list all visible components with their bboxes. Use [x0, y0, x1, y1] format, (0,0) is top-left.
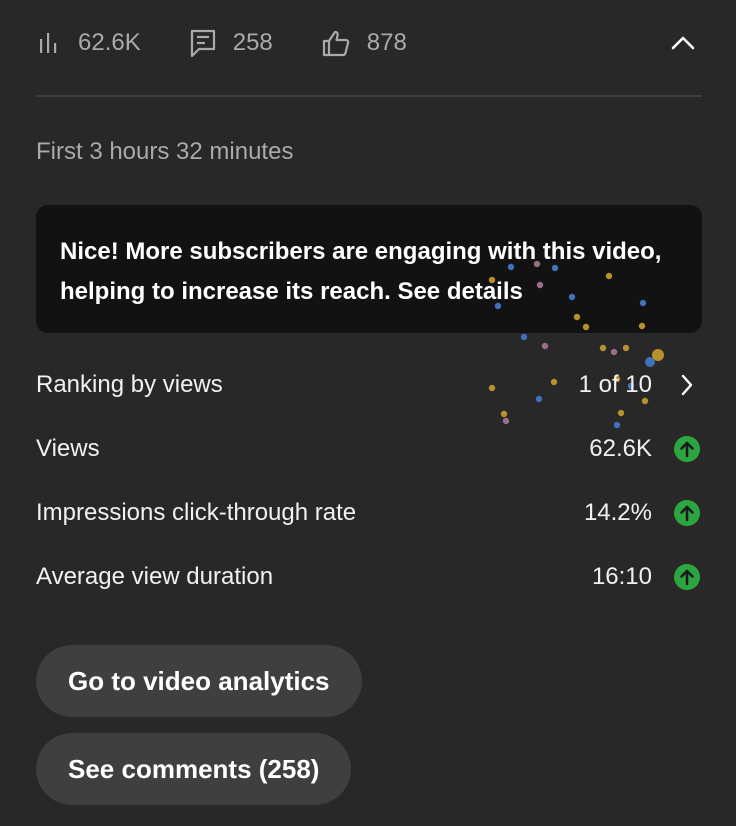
metric-avd-row: Average view duration 16:10: [36, 555, 702, 599]
metric-value: 62.6K: [589, 435, 652, 462]
chevron-up-icon: [671, 36, 695, 50]
insight-card: Nice! More subscribers are engaging with…: [36, 205, 702, 333]
metric-views-row: Views 62.6K: [36, 427, 702, 471]
metric-ranking-row[interactable]: Ranking by views 1 of 10: [36, 363, 702, 407]
insight-text: Nice! More subscribers are engaging with…: [60, 238, 662, 305]
chevron-right-icon: [672, 370, 702, 400]
metric-label: Views: [36, 435, 100, 462]
metric-label: Ranking by views: [36, 371, 223, 398]
metric-ctr-row: Impressions click-through rate 14.2%: [36, 491, 702, 535]
views-count: 62.6K: [78, 29, 141, 56]
comments-stat: 258: [189, 28, 273, 58]
thumbs-up-icon: [322, 30, 349, 57]
metric-label: Average view duration: [36, 563, 274, 590]
metric-value: 14.2%: [583, 499, 652, 526]
see-details-link[interactable]: See details: [397, 278, 522, 305]
views-stat: 62.6K: [36, 29, 141, 57]
arrow-up-circle-icon: [674, 436, 700, 462]
arrow-up-circle-icon: [674, 500, 700, 526]
arrow-up-circle-icon: [674, 564, 700, 590]
metric-value: 1 of 10: [578, 371, 652, 398]
stats-row: 62.6K 258 878: [36, 0, 702, 86]
comment-icon: [190, 29, 215, 58]
comments-count: 258: [232, 29, 273, 56]
metric-value: 16:10: [591, 563, 652, 590]
likes-count: 878: [366, 29, 407, 56]
go-to-video-analytics-button[interactable]: Go to video analytics: [36, 645, 362, 717]
likes-stat: 878: [321, 28, 407, 58]
collapse-button[interactable]: [664, 24, 702, 62]
see-comments-button[interactable]: See comments (258): [36, 733, 352, 805]
period-label: First 3 hours 32 minutes: [36, 138, 294, 165]
divider: [36, 95, 702, 97]
bar-chart-icon: [40, 33, 57, 53]
metric-label: Impressions click-through rate: [36, 499, 357, 526]
